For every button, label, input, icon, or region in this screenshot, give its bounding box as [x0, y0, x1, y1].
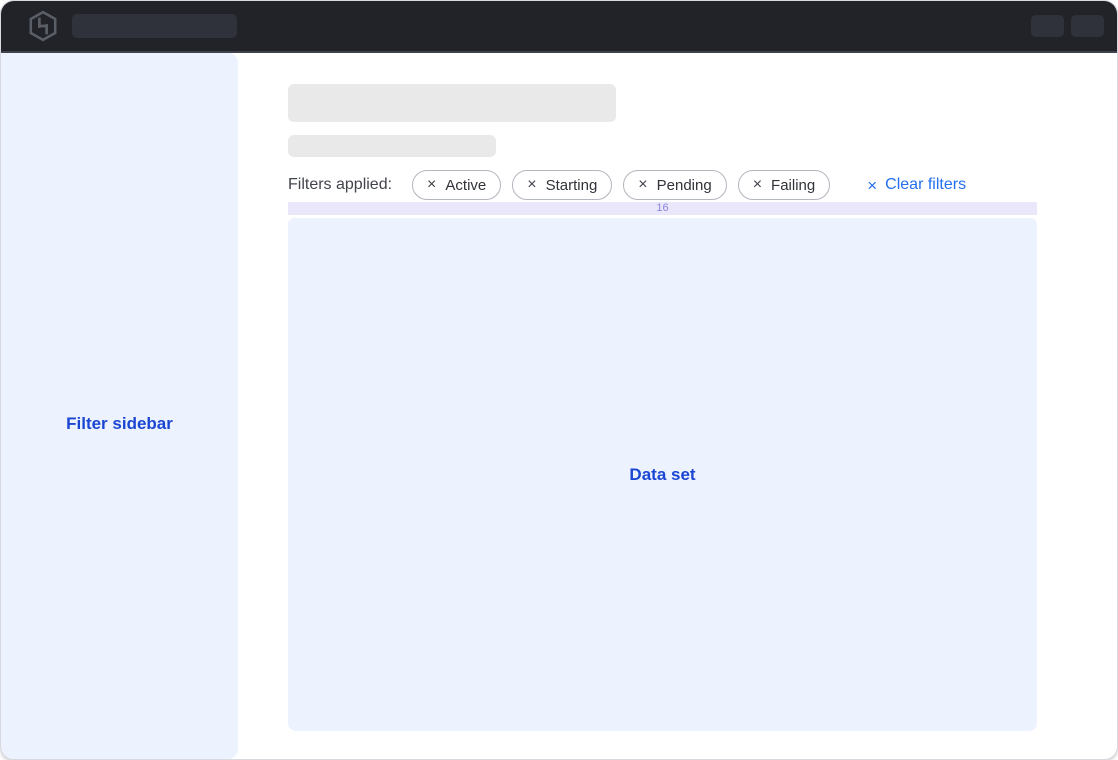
- row-count-bar: 16: [288, 202, 1037, 215]
- page-subtitle-placeholder: [288, 135, 496, 157]
- nav-button-placeholder-2[interactable]: [1071, 15, 1104, 37]
- filter-chip-failing[interactable]: × Failing: [738, 170, 831, 200]
- data-set-label: Data set: [629, 465, 695, 485]
- main-content: Filters applied: × Active × Starting × P…: [238, 53, 1117, 759]
- remove-filter-icon[interactable]: ×: [638, 177, 647, 193]
- clear-filters-label: Clear filters: [885, 176, 966, 194]
- filters-applied-label: Filters applied:: [288, 176, 392, 194]
- filter-chip-label: Pending: [657, 177, 712, 194]
- row-count-value: 16: [656, 202, 668, 214]
- page-title-placeholder: [288, 84, 616, 122]
- filter-sidebar-label: Filter sidebar: [66, 414, 173, 434]
- hashicorp-logo-icon[interactable]: [28, 10, 58, 42]
- clear-filters-button[interactable]: × Clear filters: [867, 176, 966, 194]
- nav-button-placeholder-1[interactable]: [1031, 15, 1064, 37]
- filter-chip-label: Starting: [546, 177, 598, 194]
- filter-chip-active[interactable]: × Active: [412, 170, 501, 200]
- filter-chip-starting[interactable]: × Starting: [512, 170, 612, 200]
- filter-chip-label: Failing: [771, 177, 815, 194]
- clear-filters-icon[interactable]: ×: [867, 177, 877, 194]
- remove-filter-icon[interactable]: ×: [527, 177, 536, 193]
- app-window: Filter sidebar Filters applied: × Active…: [0, 0, 1118, 760]
- remove-filter-icon[interactable]: ×: [427, 177, 436, 193]
- filter-chip-label: Active: [445, 177, 486, 194]
- filters-applied-row: Filters applied: × Active × Starting × P…: [288, 170, 1117, 200]
- filter-chip-pending[interactable]: × Pending: [623, 170, 726, 200]
- content-row: Filter sidebar Filters applied: × Active…: [1, 53, 1117, 759]
- remove-filter-icon[interactable]: ×: [753, 177, 762, 193]
- filter-sidebar: Filter sidebar: [1, 53, 238, 759]
- top-nav: [1, 1, 1117, 53]
- data-set-area: Data set: [288, 218, 1037, 731]
- search-input[interactable]: [72, 14, 237, 38]
